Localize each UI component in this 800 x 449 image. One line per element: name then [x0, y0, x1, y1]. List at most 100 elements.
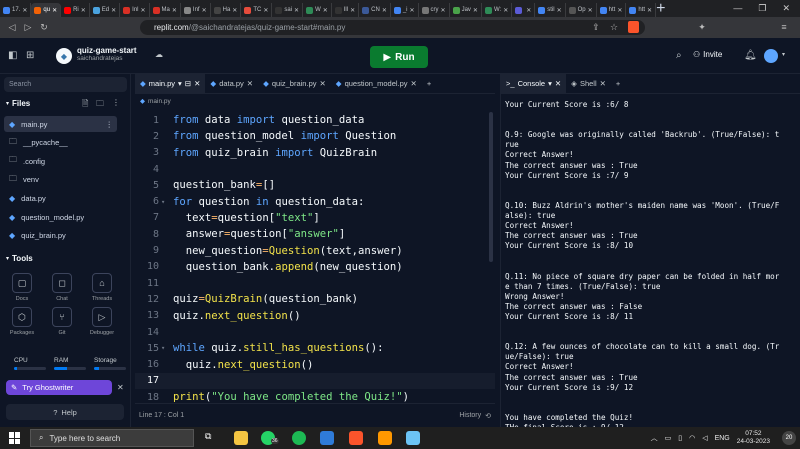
extensions-icon[interactable]: ✦	[694, 22, 710, 33]
close-icon[interactable]: ✕	[600, 79, 606, 88]
windows-start-icon[interactable]	[9, 432, 21, 444]
close-icon[interactable]: ✕	[194, 79, 200, 88]
run-button[interactable]: ▶ Run	[370, 46, 428, 68]
wifi-icon[interactable]: ◠	[689, 434, 695, 442]
history-button[interactable]: History ⟲	[459, 412, 491, 420]
file-item[interactable]: 🗀︎ .config	[4, 153, 117, 169]
repl-avatar[interactable]: ◆	[56, 48, 72, 64]
volume-icon[interactable]: ◁	[702, 434, 707, 442]
repl-title-block[interactable]: quiz-game-start saichandratejas	[77, 46, 137, 62]
close-icon[interactable]: ✕	[117, 383, 124, 392]
spotify-icon[interactable]	[292, 431, 306, 445]
tab-close-icon[interactable]: ✕	[557, 7, 562, 14]
browser-tab[interactable]: W: ✕	[482, 3, 513, 17]
browser-tab[interactable]: Ha ✕	[211, 3, 242, 17]
browser-tab[interactable]: Ma ✕	[150, 3, 181, 17]
close-icon[interactable]: ✕	[555, 79, 561, 88]
console-output[interactable]: Your Current Score is :6/ 8 Q.9: Google …	[505, 100, 797, 443]
browser-tab[interactable]: Op ✕	[566, 3, 597, 17]
new-file-icon[interactable]: 🗎︎	[82, 98, 88, 112]
notifications-bell-icon[interactable]: 🔔︎	[744, 50, 757, 61]
tab-close-icon[interactable]: ✕	[441, 7, 446, 14]
file-item[interactable]: ◆ quiz_brain.py	[4, 228, 117, 244]
file-item[interactable]: 🗀︎ venv	[4, 172, 117, 188]
tab-close-icon[interactable]: ✕	[111, 7, 116, 14]
window-min-icon[interactable]: —	[733, 3, 742, 14]
invite-button[interactable]: ⚇ Invite	[693, 50, 722, 59]
fold-chevron-icon[interactable]: ▾	[161, 198, 165, 206]
tab-close-icon[interactable]: ✕	[81, 7, 86, 14]
network-icon[interactable]: ▭	[665, 434, 672, 442]
browser-tab[interactable]: htt ✕	[626, 3, 657, 17]
browser-tab[interactable]: cry ✕	[419, 3, 450, 17]
clock[interactable]: 07:52 24-03-2023	[737, 430, 770, 446]
tab-close-icon[interactable]: ✕	[141, 7, 146, 14]
tab-close-icon[interactable]: ✕	[22, 7, 27, 14]
tab-close-icon[interactable]: ✕	[647, 7, 652, 14]
browser-tab[interactable]: _i ✕	[391, 3, 419, 17]
file-item[interactable]: ◆ data.py	[4, 190, 117, 206]
tab-shell[interactable]: ◈ Shell ✕	[566, 74, 611, 94]
close-icon[interactable]: ✕	[247, 79, 253, 88]
browser-tab[interactable]: qu ✕	[31, 3, 62, 17]
new-tab-icon[interactable]: +	[656, 0, 665, 17]
tab-console[interactable]: >_ Console ▾ ✕	[501, 73, 567, 94]
tab-main-py[interactable]: ◆ main.py ▾ ⊟ ✕	[135, 73, 206, 94]
window-max-icon[interactable]: ❐	[758, 3, 766, 14]
tab-data-py[interactable]: ◆ data.py ✕	[205, 74, 258, 94]
notepad-icon[interactable]	[406, 431, 420, 445]
browser-tab[interactable]: stil ✕	[535, 3, 566, 17]
browser-tab[interactable]: htt ✕	[597, 3, 627, 17]
tool-packages[interactable]: ⬡ Packages	[8, 307, 36, 336]
tool-git[interactable]: ⑂ Git	[48, 307, 76, 336]
browser-tab[interactable]: Inf ✕	[181, 3, 211, 17]
file-item[interactable]: ◆ main.py ⋮	[4, 116, 117, 132]
add-tab-icon[interactable]: +	[611, 74, 625, 94]
tab-close-icon[interactable]: ✕	[382, 7, 387, 14]
reload-icon[interactable]: ↻	[36, 22, 52, 33]
user-avatar[interactable]	[764, 49, 778, 63]
fold-chevron-icon[interactable]: ▾	[161, 344, 165, 352]
browser-tab[interactable]: ✕	[512, 3, 536, 17]
tool-threads[interactable]: ⌂ Threads	[88, 273, 116, 302]
task-view-icon[interactable]: ⧉	[205, 431, 219, 445]
tool-debugger[interactable]: ▷ Debugger	[88, 307, 116, 336]
browser-tab[interactable]: Ed ✕	[90, 3, 121, 17]
tab-close-icon[interactable]: ✕	[350, 7, 355, 14]
layout-toggle-icon[interactable]: ◧	[8, 50, 17, 61]
tab-close-icon[interactable]: ✕	[410, 7, 415, 14]
bookmark-star-icon[interactable]: ☆	[606, 22, 622, 33]
battery-icon[interactable]: ▯	[678, 434, 682, 442]
tab-close-icon[interactable]: ✕	[526, 7, 531, 14]
add-tab-icon[interactable]: +	[422, 74, 436, 94]
address-bar[interactable]: replit.com/@saichandratejas/quiz-game-st…	[140, 20, 645, 35]
sidebar-search-input[interactable]: Search	[4, 77, 127, 92]
browser-tab[interactable]: Jav ✕	[450, 3, 482, 17]
tab-close-icon[interactable]: ✕	[503, 7, 508, 14]
tab-close-icon[interactable]: ✕	[588, 7, 593, 14]
brave-shield-icon[interactable]	[628, 21, 639, 33]
file-explorer-icon[interactable]	[234, 431, 248, 445]
close-icon[interactable]: ✕	[320, 79, 326, 88]
browser-tab[interactable]: Ill ✕	[332, 3, 360, 17]
tool-chat[interactable]: ◻ Chat	[48, 273, 76, 302]
workspace-menu-icon[interactable]: ⊞	[26, 50, 34, 61]
editor-scrollbar[interactable]	[489, 112, 493, 262]
brave-browser-icon[interactable]	[349, 431, 363, 445]
split-view-icon[interactable]: ⊟	[185, 79, 191, 88]
notification-center-badge[interactable]: 20	[782, 431, 796, 445]
forward-icon[interactable]: ▷	[20, 22, 36, 33]
tab-close-icon[interactable]: ✕	[52, 7, 57, 14]
tab-question_model-py[interactable]: ◆ question_model.py ✕	[331, 74, 422, 94]
browser-tab[interactable]: Inl ✕	[120, 3, 150, 17]
file-item[interactable]: ◆ question_model.py	[4, 209, 117, 225]
window-close-icon[interactable]: ✕	[782, 3, 790, 14]
tools-section-header[interactable]: ▾ Tools	[6, 254, 33, 263]
search-icon[interactable]: ⌕	[676, 50, 682, 61]
sublime-text-icon[interactable]	[378, 431, 392, 445]
ghostwriter-button[interactable]: ✎ Try Ghostwriter	[6, 380, 112, 395]
chevron-up-icon[interactable]: ︿	[651, 433, 658, 443]
help-button[interactable]: ? Help	[6, 404, 124, 420]
tab-close-icon[interactable]: ✕	[232, 7, 237, 14]
more-options-icon[interactable]: ⋮	[106, 120, 118, 129]
